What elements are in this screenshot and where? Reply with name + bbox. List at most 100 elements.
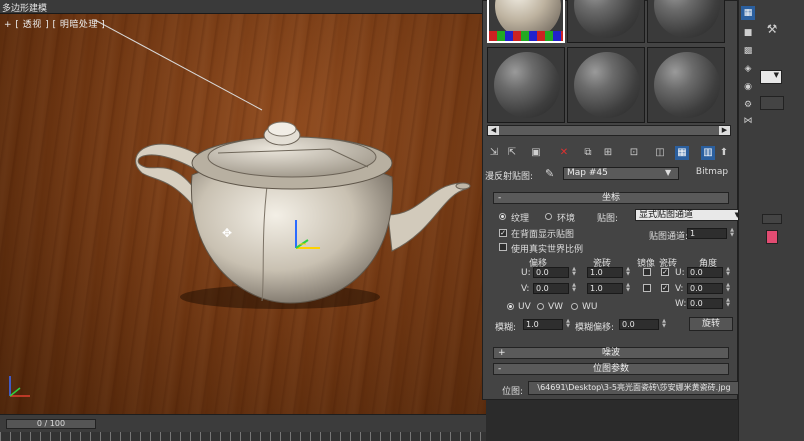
v-angle-label: V: [675, 284, 684, 294]
options-icon[interactable]: ⚙ [741, 98, 755, 112]
map-channel-spinner[interactable]: ▲ ▼ [729, 228, 735, 239]
make-unique-icon[interactable]: ⊞ [601, 146, 615, 160]
blur-field[interactable]: 1.0 [523, 319, 563, 330]
reset-map-icon[interactable]: ✕ [557, 146, 571, 160]
scroll-left-icon[interactable]: ◀ [488, 126, 499, 135]
map-channel-field[interactable]: 1 [687, 228, 727, 239]
viewport-label[interactable]: + [ 透视 ] [ 明暗处理 ] [4, 17, 105, 30]
checker-background-icon[interactable]: ▦ [741, 6, 755, 20]
diffuse-map-label: 漫反射贴图: [485, 172, 534, 182]
pick-eyedropper-icon[interactable]: ✎ [545, 167, 554, 180]
v-tiling-spinner[interactable]: ▲ ▼ [625, 283, 631, 294]
u-tiling-field[interactable]: 1.0 [587, 267, 623, 278]
v-offset-field[interactable]: 0.0 [533, 283, 569, 294]
show-end-result-icon[interactable]: ▥ [701, 146, 715, 160]
blur-spinner[interactable]: ▲ ▼ [565, 319, 571, 330]
slot-scrollbar[interactable]: ◀ ▶ [487, 125, 731, 136]
side-dropdown[interactable]: ▼ [760, 70, 782, 84]
map-name-dropdown-icon[interactable]: ▼ [665, 168, 671, 177]
mapping-label: 贴图: [597, 214, 619, 224]
v-tile-checkbox[interactable]: ✓ [661, 284, 669, 292]
map-name-field[interactable]: Map #45 [563, 167, 679, 180]
uv-label: UV [518, 302, 531, 312]
environ-label: 环境 [557, 214, 576, 224]
viewport-title-bar: 多边形建模 [0, 0, 486, 14]
material-toolbar: ⇲ ⇱ ▣ ✕ ⧉ ⊞ ⊡ ◫ ▦ ▥ ⬆ [487, 146, 737, 162]
w-angle-label: W: [675, 299, 687, 309]
material-editor-panel: ◀ ▶ ⇲ ⇱ ▣ ✕ ⧉ ⊞ ⊡ ◫ ▦ ▥ ⬆ 漫反射贴图: ✎ Map #… [482, 0, 743, 401]
blur-offset-label: 模糊偏移: [575, 323, 615, 333]
w-angle-field[interactable]: 0.0 [687, 298, 723, 309]
side-panel-box [760, 96, 784, 110]
sample-uv-tiling-icon[interactable]: ▩ [741, 44, 755, 58]
texture-radio[interactable] [499, 213, 506, 220]
u-offset-field[interactable]: 0.0 [533, 267, 569, 278]
time-slider[interactable]: 0 / 100 [6, 419, 96, 429]
material-id-icon[interactable]: ◫ [653, 146, 667, 160]
coordinates-rollout-header[interactable]: - 坐标 [493, 192, 729, 204]
texture-label: 纹理 [511, 214, 530, 224]
v-angle-field[interactable]: 0.0 [687, 283, 723, 294]
wu-radio[interactable] [571, 303, 578, 310]
show-on-back-label: 在背面显示贴图 [511, 230, 575, 240]
environ-radio[interactable] [545, 213, 552, 220]
hammer-icon[interactable]: ⚒ [765, 22, 779, 36]
video-color-check-icon[interactable]: ◈ [741, 62, 755, 76]
scroll-right-icon[interactable]: ▶ [719, 126, 730, 135]
blur-label: 模糊: [495, 323, 517, 333]
get-material-icon[interactable]: ⇲ [487, 146, 501, 160]
mapping-dropdown[interactable]: 显式贴图通道 ▼ [635, 209, 743, 221]
blur-offset-spinner[interactable]: ▲ ▼ [661, 319, 667, 330]
teapot-model[interactable] [130, 105, 480, 315]
noise-rollout-header[interactable]: + 噪波 [493, 347, 729, 359]
put-to-library-icon[interactable]: ⊡ [627, 146, 641, 160]
v-tiling-field[interactable]: 1.0 [587, 283, 623, 294]
w-angle-spinner[interactable]: ▲ ▼ [725, 298, 731, 309]
v-label: V: [521, 284, 530, 294]
material-slot-1[interactable] [487, 0, 565, 43]
rotate-button[interactable]: 旋转 [689, 317, 733, 331]
u-tiling-spinner[interactable]: ▲ ▼ [625, 267, 631, 278]
uv-radio[interactable] [507, 303, 514, 310]
u-mirror-checkbox[interactable] [643, 268, 651, 276]
map-channel-label: 贴图通道: [649, 232, 689, 242]
v-angle-spinner[interactable]: ▲ ▼ [725, 283, 731, 294]
coordinates-rollout: - 坐标 纹理 环境 贴图: 显式贴图通道 ▼ ✓ 在背面显示贴图 贴图通道: … [489, 186, 743, 401]
v-mirror-checkbox[interactable] [643, 284, 651, 292]
bitmap-params-rollout-header[interactable]: - 位图参数 [493, 363, 729, 375]
go-to-parent-icon[interactable]: ⬆ [717, 146, 731, 160]
put-to-scene-icon[interactable]: ⇱ [505, 146, 519, 160]
make-preview-icon[interactable]: ◉ [741, 80, 755, 94]
show-map-icon[interactable]: ▦ [675, 146, 689, 160]
real-world-checkbox[interactable] [499, 243, 507, 251]
vw-radio[interactable] [537, 303, 544, 310]
transform-gizmo[interactable] [288, 218, 328, 258]
blur-offset-field[interactable]: 0.0 [619, 319, 659, 330]
material-slot-6[interactable] [647, 47, 725, 123]
slot-checker [489, 31, 563, 41]
material-slot-2[interactable] [567, 0, 645, 43]
backlight-icon[interactable]: ■ [741, 26, 755, 40]
u-angle-field[interactable]: 0.0 [687, 267, 723, 278]
track-bar[interactable] [0, 432, 486, 441]
select-by-material-icon[interactable]: ⋈ [741, 114, 755, 128]
copy-material-icon[interactable]: ⧉ [581, 146, 595, 160]
map-type-button[interactable]: Bitmap [688, 167, 736, 180]
time-slider-bar: 0 / 100 [0, 414, 486, 441]
show-on-back-checkbox[interactable]: ✓ [499, 229, 507, 237]
u-tile-checkbox[interactable]: ✓ [661, 268, 669, 276]
material-slot-4[interactable] [487, 47, 565, 123]
color-swatch[interactable] [766, 230, 778, 244]
u-angle-label: U: [675, 268, 685, 278]
material-slot-5[interactable] [567, 47, 645, 123]
u-offset-spinner[interactable]: ▲ ▼ [571, 267, 577, 278]
perspective-viewport[interactable]: ✥ 多边形建模 + [ 透视 ] [ 明暗处理 ] [0, 0, 486, 414]
assign-material-icon[interactable]: ▣ [529, 146, 543, 160]
material-slot-3[interactable] [647, 0, 725, 43]
bitmap-path-button[interactable]: \64691\Desktop\3-5亮光面瓷砖\莎安娜米黄瓷砖.jpg [528, 381, 740, 395]
u-angle-spinner[interactable]: ▲ ▼ [725, 267, 731, 278]
wu-label: WU [582, 302, 598, 312]
v-offset-spinner[interactable]: ▲ ▼ [571, 283, 577, 294]
map-name-row: 漫反射贴图: ✎ Map #45 ▼ Bitmap [483, 166, 739, 182]
bitmap-path-label: 位图: [502, 387, 524, 397]
